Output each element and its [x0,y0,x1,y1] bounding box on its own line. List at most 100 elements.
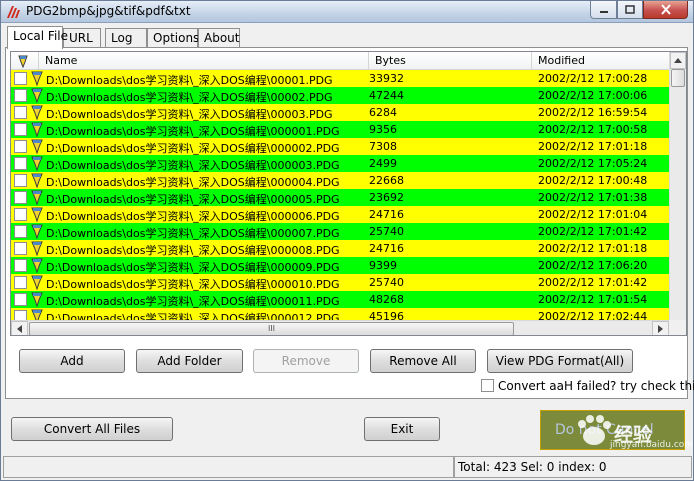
file-name: D:\Downloads\dos学习资料\_深入DOS编程\000007.PDG [46,227,340,240]
file-name: D:\Downloads\dos学习资料\_深入DOS编程\000004.PDG [46,176,340,189]
list-item[interactable]: D:\Downloads\dos学习资料\_深入DOS编程\000006.PDG… [11,206,669,223]
pdg-file-icon [31,139,43,154]
list-item[interactable]: D:\Downloads\dos学习资料\_深入DOS编程\000002.PDG… [11,138,669,155]
convert-failed-label: Convert aaH failed? try check this [498,379,694,393]
pdg-file-icon [31,224,43,239]
list-item[interactable]: D:\Downloads\dos学习资料\_深入DOS编程\00003.PDG 6… [11,104,669,121]
file-bytes: 25740 [369,225,404,238]
list-item[interactable]: D:\Downloads\dos学习资料\_深入DOS编程\000004.PDG… [11,172,669,189]
view-pdg-format-button[interactable]: View PDG Format(All) [487,349,633,373]
file-name: D:\Downloads\dos学习资料\_深入DOS编程\000003.PDG [46,159,340,172]
file-modified: 2002/2/12 16:59:54 [538,106,648,119]
tab-local-file[interactable]: Local File [7,26,68,49]
file-modified: 2002/2/12 17:00:48 [538,174,648,187]
chevron-up-icon [674,58,682,63]
exit-button[interactable]: Exit [364,417,440,441]
file-modified: 2002/2/12 17:00:06 [538,89,648,102]
file-modified: 2002/2/12 17:00:28 [538,72,648,85]
row-checkbox[interactable] [14,225,27,238]
tab-options[interactable]: Options [147,28,199,48]
file-bytes: 24716 [369,208,404,221]
minimize-button[interactable] [590,1,617,19]
row-checkbox[interactable] [14,276,27,289]
file-bytes: 47244 [369,89,404,102]
list-item[interactable]: D:\Downloads\dos学习资料\_深入DOS编程\000003.PDG… [11,155,669,172]
convert-failed-option[interactable]: Convert aaH failed? try check this [481,379,694,393]
tab-url[interactable]: URL [63,28,101,48]
list-item[interactable]: D:\Downloads\dos学习资料\_深入DOS编程\000011.PDG… [11,291,669,308]
close-icon [660,4,671,15]
list-item[interactable]: D:\Downloads\dos学习资料\_深入DOS编程\00001.PDG 3… [11,70,669,87]
row-checkbox[interactable] [14,89,27,102]
tab-about[interactable]: About [198,28,240,48]
header-icon-column[interactable] [11,52,39,70]
row-checkbox[interactable] [14,191,27,204]
list-item[interactable]: D:\Downloads\dos学习资料\_深入DOS编程\000007.PDG… [11,223,669,240]
file-modified: 2002/2/12 17:05:24 [538,157,648,170]
convert-all-files-button[interactable]: Convert All Files [11,417,173,441]
title-bar[interactable]: PDG2bmp&jpg&tif&pdf&txt [1,1,693,23]
vertical-scrollbar[interactable] [669,52,686,320]
maximize-button[interactable] [617,1,643,19]
pdg-file-icon [31,292,43,307]
vertical-scroll-thumb[interactable] [671,69,685,87]
file-bytes: 23692 [369,191,404,204]
pdg-file-icon [18,55,28,69]
file-modified: 2002/2/12 17:01:04 [538,208,648,221]
header-bytes[interactable]: Bytes [369,52,532,70]
app-window: PDG2bmp&jpg&tif&pdf&txt Local File URL L… [0,0,694,481]
scroll-right-button[interactable] [652,321,669,335]
file-modified: 2002/2/12 17:01:38 [538,191,648,204]
list-item[interactable]: D:\Downloads\dos学习资料\_深入DOS编程\000008.PDG… [11,240,669,257]
row-checkbox[interactable] [14,157,27,170]
file-name: D:\Downloads\dos学习资料\_深入DOS编程\00002.PDG [46,91,333,104]
row-checkbox[interactable] [14,123,27,136]
file-name: D:\Downloads\dos学习资料\_深入DOS编程\000010.PDG [46,278,340,291]
tab-log[interactable]: Log [105,28,147,48]
list-rows: D:\Downloads\dos学习资料\_深入DOS编程\00001.PDG 3… [11,70,669,325]
file-bytes: 7308 [369,140,397,153]
row-checkbox[interactable] [14,259,27,272]
row-checkbox[interactable] [14,72,27,85]
file-bytes: 6284 [369,106,397,119]
file-modified: 2002/2/12 17:01:18 [538,140,648,153]
minimize-icon [599,10,608,13]
row-checkbox[interactable] [14,293,27,306]
remove-all-button[interactable]: Remove All [370,349,476,373]
convert-failed-checkbox[interactable] [481,379,494,392]
header-name[interactable]: Name [39,52,369,70]
list-item[interactable]: D:\Downloads\dos学习资料\_深入DOS编程\00002.PDG 4… [11,87,669,104]
watermark-url: jingyan.baidu.com [610,440,694,450]
file-modified: 2002/2/12 17:01:42 [538,225,648,238]
close-button[interactable] [643,1,688,19]
add-folder-button[interactable]: Add Folder [136,349,243,373]
row-checkbox[interactable] [14,208,27,221]
file-name: D:\Downloads\dos学习资料\_深入DOS编程\000006.PDG [46,210,340,223]
scroll-corner [669,320,686,335]
pdg-file-icon [31,122,43,137]
row-checkbox[interactable] [14,106,27,119]
list-item[interactable]: D:\Downloads\dos学习资料\_深入DOS编程\000009.PDG… [11,257,669,274]
horizontal-scroll-thumb[interactable]: III [29,322,514,335]
scroll-left-button[interactable] [11,321,28,335]
horizontal-scrollbar[interactable]: III [11,320,669,335]
remove-button[interactable]: Remove [253,349,359,373]
pdg-file-icon [31,156,43,171]
list-item[interactable]: D:\Downloads\dos学习资料\_深入DOS编程\000010.PDG… [11,274,669,291]
file-name: D:\Downloads\dos学习资料\_深入DOS编程\000009.PDG [46,261,340,274]
list-item[interactable]: D:\Downloads\dos学习资料\_深入DOS编程\000001.PDG… [11,121,669,138]
scroll-up-button[interactable] [670,52,686,69]
row-checkbox[interactable] [14,242,27,255]
file-bytes: 2499 [369,157,397,170]
pdg-file-icon [31,190,43,205]
row-checkbox[interactable] [14,174,27,187]
list-item[interactable]: D:\Downloads\dos学习资料\_深入DOS编程\000005.PDG… [11,189,669,206]
row-checkbox[interactable] [14,140,27,153]
file-bytes: 48268 [369,293,404,306]
file-list[interactable]: Name Bytes Modified D:\Downloads\dos学习资料… [10,51,687,336]
status-pane-left [3,456,454,478]
file-modified: 2002/2/12 17:01:18 [538,242,648,255]
add-button[interactable]: Add [19,349,125,373]
file-name: D:\Downloads\dos学习资料\_深入DOS编程\000008.PDG [46,244,340,257]
header-modified[interactable]: Modified [532,52,669,70]
